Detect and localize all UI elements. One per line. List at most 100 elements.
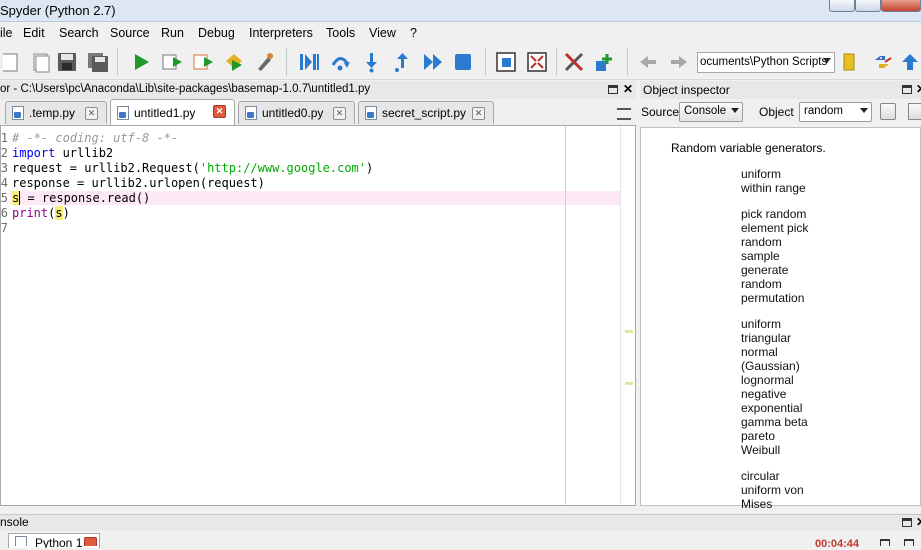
browse-folder-icon[interactable] (837, 48, 865, 76)
code-line: import urllib2 (12, 146, 113, 160)
menu-search[interactable]: Search (59, 26, 99, 40)
code-line: response = urllib2.urlopen(request) (12, 176, 265, 190)
toolbar-separator (286, 48, 287, 76)
doc-line: negative (741, 387, 787, 401)
close-tab-icon[interactable]: ✕ (85, 107, 98, 120)
doc-line: random (741, 277, 782, 291)
save-all-icon[interactable] (84, 48, 112, 76)
step-return-icon[interactable] (388, 48, 416, 76)
close-pane-icon[interactable]: ✕ (916, 515, 921, 529)
doc-line: uniform von (741, 483, 804, 497)
object-inspector-title: Object inspector (643, 83, 730, 97)
options-icon[interactable] (908, 103, 921, 120)
line-number: 5 (0, 191, 8, 205)
menu-source[interactable]: Source (110, 26, 150, 40)
working-directory-combo[interactable]: ocuments\Python Scripts (697, 52, 835, 73)
elapsed-time: 00:04:44 (815, 538, 860, 550)
doc-line: sample (741, 249, 780, 263)
close-button[interactable] (881, 0, 921, 12)
undock-icon[interactable] (902, 518, 912, 527)
line-number: 1 (0, 131, 8, 145)
doc-line: lognormal (741, 373, 794, 387)
stop-icon[interactable] (449, 48, 477, 76)
python-file-icon (245, 106, 257, 120)
editor-pane-title: or - C:\Users\pc\Anaconda\Lib\site-packa… (0, 83, 371, 95)
object-value: random (804, 105, 843, 117)
source-value: Console (684, 105, 727, 117)
maximize-button[interactable] (855, 0, 881, 12)
forward-icon[interactable] (665, 48, 693, 76)
continue-icon[interactable] (419, 48, 447, 76)
run-config-icon[interactable] (158, 48, 186, 76)
run-selection-icon[interactable] (251, 48, 279, 76)
console-options-icon[interactable] (904, 539, 914, 546)
pythonpath-icon[interactable] (590, 48, 618, 76)
source-combo[interactable]: Console (679, 102, 743, 122)
doc-line: pick random (741, 207, 807, 221)
menu-debug[interactable]: Debug (198, 26, 235, 40)
up-icon[interactable] (899, 48, 921, 76)
doc-line: uniform (741, 317, 782, 331)
debug-icon[interactable] (220, 48, 248, 76)
file-list-icon[interactable] (617, 108, 631, 120)
run-again-icon[interactable] (189, 48, 217, 76)
code-builtin: print (12, 206, 49, 220)
close-tab-icon[interactable]: ✕ (472, 107, 485, 120)
tab-secret-script[interactable]: secret_script.py ✕ (358, 101, 494, 124)
code-string: 'http://www.google.com' (199, 161, 367, 175)
code-text: response = urllib2.urlopen(request) (12, 176, 265, 190)
code-text: request = urllib2.Request( (12, 161, 200, 175)
tab-untitled0[interactable]: untitled0.py ✕ (238, 101, 355, 124)
menu-file[interactable]: ile (0, 26, 13, 40)
tab-untitled1[interactable]: untitled1.py ✕ (110, 99, 235, 125)
object-label: Object (759, 105, 794, 119)
editor-scrollbar[interactable] (620, 126, 635, 505)
back-icon[interactable] (634, 48, 662, 76)
code-line: request = urllib2.Request('http://www.go… (12, 161, 373, 175)
close-pane-icon[interactable]: ✕ (916, 82, 921, 96)
step-icon[interactable] (326, 48, 354, 76)
save-icon[interactable] (53, 48, 81, 76)
console-options-icon[interactable] (880, 539, 890, 546)
maximize-pane-icon[interactable] (492, 48, 520, 76)
menu-interpreters[interactable]: Interpreters (249, 26, 313, 40)
close-tab-icon[interactable] (84, 537, 97, 546)
fullscreen-icon[interactable] (523, 48, 551, 76)
line-number: 4 (0, 176, 8, 190)
window-title: Spyder (Python 2.7) (0, 3, 116, 18)
step-into-icon[interactable] (357, 48, 385, 76)
minimize-button[interactable] (829, 0, 855, 12)
doc-line: pareto (741, 429, 776, 443)
preferences-icon[interactable] (560, 48, 588, 76)
object-combo[interactable]: random (799, 102, 872, 122)
python-logo-icon[interactable] (868, 48, 896, 76)
menu-edit[interactable]: Edit (23, 26, 45, 40)
doc-line: exponential (741, 401, 803, 415)
open-file-icon[interactable] (26, 48, 54, 76)
python-file-icon (365, 106, 377, 120)
chevron-down-icon (731, 108, 739, 113)
new-file-icon[interactable] (0, 48, 28, 76)
run-icon[interactable] (127, 48, 155, 76)
menu-tools[interactable]: Tools (326, 26, 355, 40)
code-occurrence: s (55, 206, 63, 220)
close-pane-icon[interactable]: ✕ (623, 82, 633, 96)
doc-line: element pick (741, 221, 809, 235)
menu-run[interactable]: Run (161, 26, 184, 40)
code-line: print(s) (12, 206, 70, 220)
line-number: 2 (0, 146, 8, 160)
undock-icon[interactable] (608, 85, 618, 94)
close-tab-icon[interactable]: ✕ (333, 107, 346, 120)
menu-view[interactable]: View (369, 26, 396, 40)
close-tab-icon[interactable]: ✕ (213, 105, 226, 118)
tab-temp[interactable]: .temp.py ✕ (5, 101, 107, 124)
python-file-icon (15, 536, 27, 546)
lock-icon[interactable] (880, 103, 896, 120)
menu-help[interactable]: ? (410, 26, 417, 40)
tab-label: secret_script.py (382, 106, 467, 120)
tab-label: .temp.py (29, 106, 76, 120)
run-cell-icon[interactable] (295, 48, 323, 76)
undock-icon[interactable] (902, 85, 912, 94)
code-cursor-word: s (12, 191, 21, 205)
code-line: # -*- coding: utf-8 -*- (12, 131, 178, 145)
